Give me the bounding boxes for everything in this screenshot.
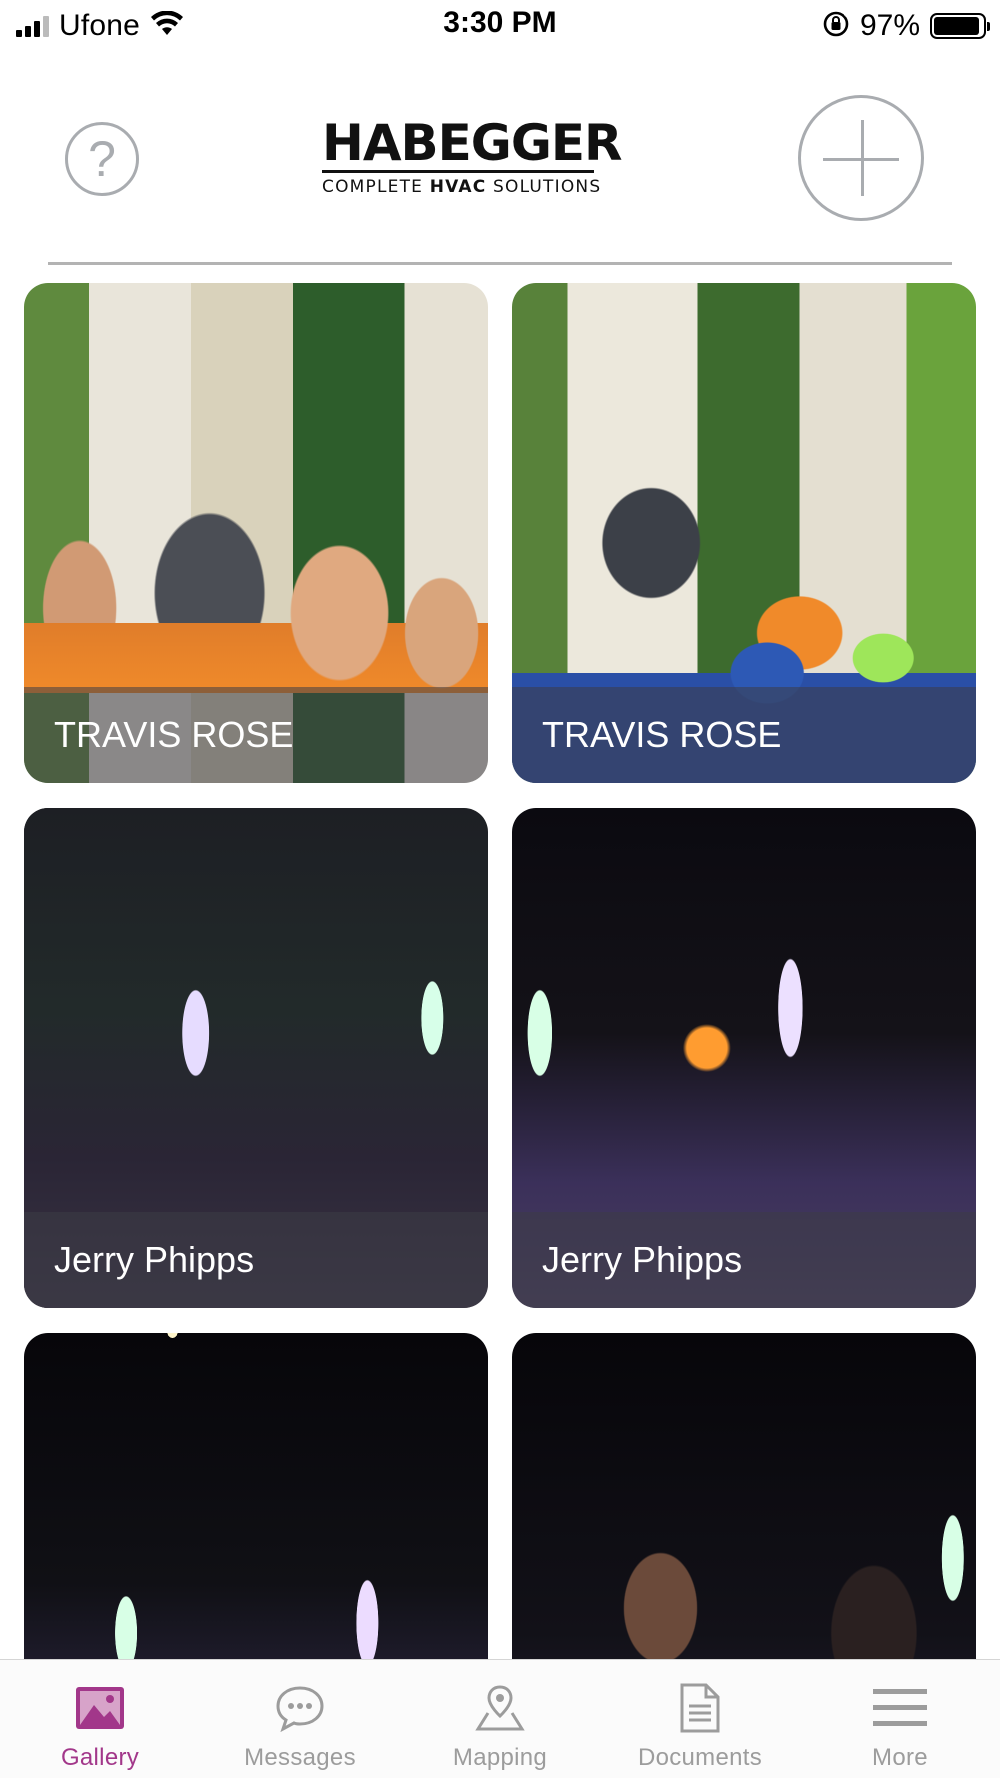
- tab-messages[interactable]: Messages: [200, 1660, 400, 1778]
- logo-tagline-post: SOLUTIONS: [486, 177, 602, 197]
- tile-caption: TRAVIS ROSE: [24, 687, 488, 783]
- image-icon: [70, 1682, 130, 1734]
- gallery-tile[interactable]: [512, 1333, 976, 1659]
- orientation-lock-icon: [822, 10, 850, 43]
- gallery-tile[interactable]: TRAVIS ROSE: [24, 283, 488, 783]
- menu-icon: [870, 1682, 930, 1734]
- tab-more[interactable]: More: [800, 1660, 1000, 1778]
- add-button[interactable]: [798, 95, 924, 221]
- photo-gallery[interactable]: TRAVIS ROSE TRAVIS ROSE Jerry Phipps Jer…: [0, 283, 1000, 1659]
- status-bar: Ufone 3:30 PM 97%: [0, 0, 1000, 52]
- battery-percentage: 97%: [859, 9, 920, 42]
- tab-label: More: [872, 1744, 928, 1771]
- tab-bar: Gallery Messages Mapping Documents More: [0, 1659, 1000, 1778]
- tab-gallery[interactable]: Gallery: [0, 1660, 200, 1778]
- tab-label: Documents: [637, 1744, 763, 1771]
- logo-tagline-bold: HVAC: [429, 177, 487, 197]
- logo-tagline: COMPLETE HVAC SOLUTIONS: [322, 177, 600, 197]
- map-pin-icon: [470, 1682, 530, 1734]
- logo-wordmark: HABEGGER: [322, 114, 623, 172]
- tab-label: Gallery: [60, 1744, 140, 1771]
- habegger-logo: HABEGGER COMPLETE HVAC SOLUTIONS: [322, 114, 623, 197]
- help-button[interactable]: ?: [65, 122, 139, 196]
- gallery-photo: [512, 1333, 976, 1659]
- status-right: 97%: [822, 8, 990, 44]
- document-icon: [670, 1682, 730, 1734]
- tab-mapping[interactable]: Mapping: [400, 1660, 600, 1778]
- tile-caption: Jerry Phipps: [512, 1212, 976, 1308]
- gallery-photo: [24, 1333, 488, 1659]
- tile-caption: TRAVIS ROSE: [512, 687, 976, 783]
- tab-label: Messages: [244, 1744, 356, 1771]
- gallery-tile[interactable]: TRAVIS ROSE: [512, 283, 976, 783]
- tab-label: Mapping: [452, 1744, 548, 1771]
- tile-caption: Jerry Phipps: [24, 1212, 488, 1308]
- gallery-tile[interactable]: [24, 1333, 488, 1659]
- header-divider: [48, 262, 952, 265]
- logo-tagline-pre: COMPLETE: [322, 177, 430, 197]
- battery-icon: [930, 13, 990, 39]
- chat-bubble-icon: [270, 1682, 330, 1734]
- help-icon: ?: [88, 131, 116, 187]
- app-header: ? HABEGGER COMPLETE HVAC SOLUTIONS: [0, 52, 1000, 265]
- gallery-tile[interactable]: Jerry Phipps: [24, 808, 488, 1308]
- tab-documents[interactable]: Documents: [600, 1660, 800, 1778]
- gallery-tile[interactable]: Jerry Phipps: [512, 808, 976, 1308]
